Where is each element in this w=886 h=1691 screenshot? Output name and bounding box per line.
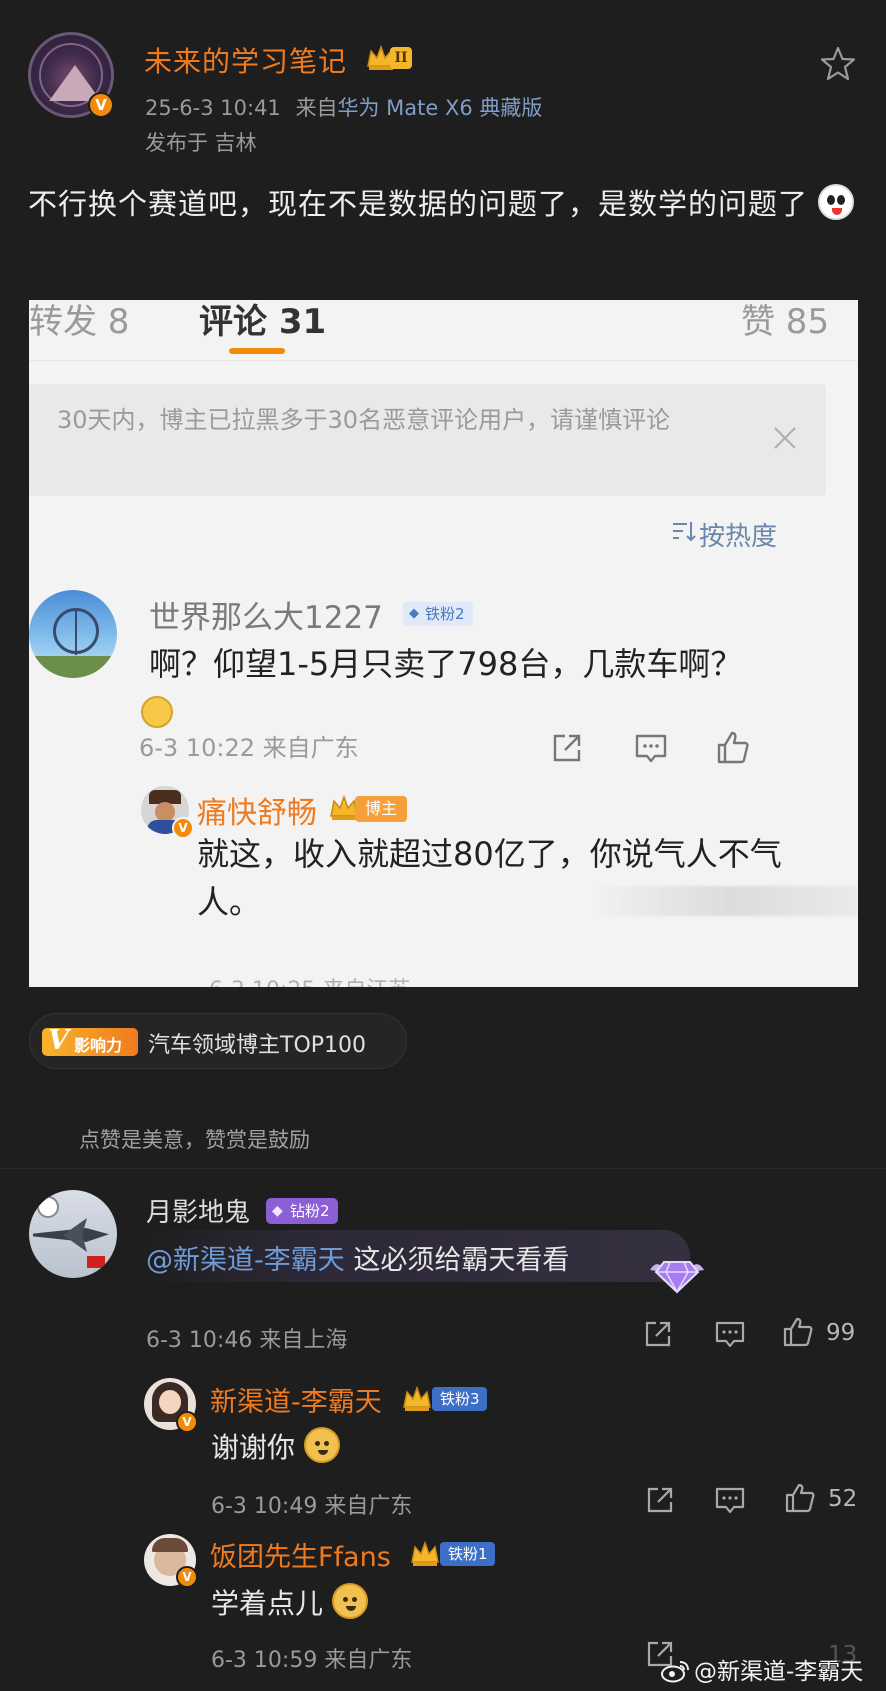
- verified-icon: V: [88, 92, 114, 118]
- level-number: II: [390, 47, 412, 69]
- sort-by-hot: 按热度: [699, 522, 778, 552]
- notice-text: 30天内，博主已拉黑多于30名恶意评论用户，请谨慎评论: [57, 406, 671, 434]
- reply-icon[interactable]: [714, 1318, 746, 1350]
- post-body: 不行换个赛道吧，现在不是数据的问题了，是数学的问题了: [28, 180, 858, 228]
- comment-text: @新渠道-李霸天 这必须给霸天看看: [146, 1245, 570, 1276]
- reply-author-name: 痛快舒畅: [197, 796, 317, 831]
- diamond-fan-badge: 钻粉2: [266, 1198, 338, 1224]
- tab-likes: 赞 85: [741, 302, 830, 342]
- reply-icon[interactable]: [714, 1484, 746, 1516]
- tab-reposts: 转发 8: [29, 302, 130, 342]
- like-count: 52: [828, 1486, 858, 1512]
- embedded-screenshot[interactable]: 转发 8 评论 31 赞 85 30天内，博主已拉黑多于30名恶意评论用户，请谨…: [29, 300, 858, 987]
- crown-icon: [402, 1385, 432, 1413]
- crown-icon: [410, 1540, 440, 1568]
- doge-emoji-icon: [303, 1427, 340, 1463]
- source-prefix: 来自: [295, 96, 338, 120]
- fan-level-badge: 铁粉2: [403, 602, 473, 626]
- host-badge: 博主: [355, 796, 407, 822]
- commenter-avatar: [29, 590, 117, 678]
- like-count: 99: [826, 1320, 856, 1346]
- mention-link[interactable]: @新渠道-李霸天: [146, 1245, 345, 1276]
- comment-icon: [633, 730, 669, 766]
- comment-meta: 6-3 10:46 来自上海: [146, 1328, 348, 1353]
- iron-fan-badge: 铁粉3: [432, 1387, 487, 1411]
- like-icon[interactable]: [782, 1316, 814, 1348]
- share-icon[interactable]: [642, 1318, 674, 1350]
- post-text: 不行换个赛道吧，现在不是数据的问题了，是数学的问题了: [28, 187, 809, 221]
- influence-tag[interactable]: V 影响力 汽车领域博主TOP100: [29, 1013, 407, 1069]
- iron-fan-badge: 铁粉1: [440, 1542, 495, 1566]
- favorite-star-icon[interactable]: [818, 44, 858, 84]
- reply-author-name[interactable]: 新渠道-李霸天: [210, 1380, 382, 1419]
- reward-tip: 点赞是美意，赞赏是鼓励: [79, 1128, 310, 1152]
- reply-text: 谢谢你: [211, 1426, 340, 1466]
- verified-icon: V: [172, 817, 194, 839]
- share-icon[interactable]: [644, 1484, 676, 1516]
- comment-author-name[interactable]: 月影地鬼: [146, 1192, 250, 1229]
- influence-v-badge: V 影响力: [42, 1025, 138, 1056]
- cut-off-meta: 6-3 10:25 来自江苏: [209, 972, 410, 987]
- weibo-logo-icon: [660, 1659, 690, 1683]
- comment-meta: 6-3 10:22 来自广东: [139, 734, 359, 762]
- diamond-gem-icon: [648, 1250, 706, 1296]
- post-device[interactable]: 华为 Mate X6 典藏版: [337, 96, 542, 120]
- verified-icon: V: [176, 1411, 198, 1433]
- weibo-watermark: @新渠道-李霸天: [660, 1652, 863, 1686]
- laugh-emoji-icon: [141, 696, 173, 728]
- post-meta: 25-6-3 10:41 来自华为 Mate X6 典藏版: [145, 92, 542, 122]
- like-icon[interactable]: [784, 1482, 816, 1514]
- reply-meta: 6-3 10:49 来自广东: [211, 1494, 413, 1519]
- blacklist-notice: 30天内，博主已拉黑多于30名恶意评论用户，请谨慎评论: [29, 384, 826, 496]
- post-location: 发布于 吉林: [145, 131, 257, 155]
- tab-comments: 评论 31: [199, 302, 327, 342]
- inset-tabs: 转发 8 评论 31 赞 85: [29, 300, 858, 360]
- influence-text: 汽车领域博主TOP100: [148, 1033, 367, 1058]
- commenter-name: 世界那么大1227: [149, 600, 383, 636]
- blurred-area: [599, 886, 858, 916]
- share-icon: [549, 730, 585, 766]
- close-icon: [769, 422, 801, 454]
- post-date: 25-6-3 10:41: [145, 96, 281, 120]
- section-divider: [0, 1168, 886, 1169]
- comment-avatar[interactable]: [29, 1190, 117, 1278]
- reply-author-name[interactable]: 饭团先生Ffans: [210, 1535, 391, 1574]
- post-author-name[interactable]: 未来的学习笔记: [144, 40, 347, 80]
- reply-meta: 6-3 10:59 来自广东: [211, 1648, 413, 1673]
- tabs-divider: [29, 360, 858, 361]
- doge-emoji-icon: [331, 1583, 368, 1619]
- verified-icon: V: [176, 1566, 198, 1588]
- active-tab-indicator: [229, 348, 285, 354]
- sort-icon: [671, 518, 697, 544]
- like-icon: [715, 730, 751, 766]
- comment-text: 啊？仰望1-5月只卖了798台，几款车啊？: [149, 645, 743, 683]
- panda-emoji-icon: [818, 184, 855, 220]
- reply-text: 学着点儿: [211, 1582, 368, 1622]
